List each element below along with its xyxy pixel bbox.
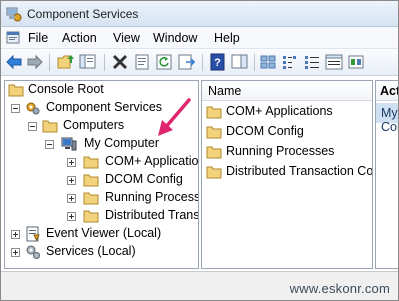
collapse-toggle[interactable] bbox=[28, 122, 37, 131]
folder-icon bbox=[83, 156, 99, 169]
tree-item-label: Event Viewer (Local) bbox=[46, 226, 162, 240]
expand-toggle[interactable] bbox=[67, 194, 76, 203]
refresh-icon[interactable] bbox=[155, 53, 173, 71]
annotation-arrow bbox=[158, 98, 191, 136]
tree-item-label: Computers bbox=[63, 118, 125, 132]
status-bar: www.eskonr.com bbox=[1, 271, 398, 300]
list-item-label: Running Processes bbox=[226, 144, 335, 158]
export-icon[interactable] bbox=[177, 53, 195, 71]
up-folder-icon[interactable] bbox=[57, 53, 75, 71]
column-header-label: Name bbox=[208, 84, 242, 98]
view-small-icon[interactable] bbox=[281, 53, 299, 71]
menu-bar: File Action View Window Help bbox=[1, 27, 398, 49]
folder-icon bbox=[206, 146, 222, 159]
menu-file[interactable]: File bbox=[28, 31, 48, 45]
folder-icon bbox=[83, 210, 99, 223]
extra-icon[interactable] bbox=[347, 53, 365, 71]
folder-icon bbox=[206, 166, 222, 179]
menu-view[interactable]: View bbox=[113, 31, 140, 45]
folder-icon bbox=[83, 174, 99, 187]
delete-icon[interactable] bbox=[111, 53, 129, 71]
folder-icon bbox=[42, 120, 58, 133]
toolbar-separator bbox=[49, 54, 50, 71]
collapse-toggle[interactable] bbox=[11, 104, 20, 113]
title-bar: Component Services bbox=[1, 1, 398, 27]
computer-icon bbox=[61, 137, 77, 151]
view-detail-icon[interactable] bbox=[325, 53, 343, 71]
menu-help[interactable]: Help bbox=[214, 31, 240, 45]
expand-toggle[interactable] bbox=[11, 248, 20, 257]
tree-item-com-applications[interactable]: COM+ Applications bbox=[5, 153, 198, 171]
tree-item-label: DCOM Config bbox=[105, 172, 183, 186]
list-item-label: DCOM Config bbox=[226, 124, 304, 138]
tree-item-label: Distributed Transaction Coordinator bbox=[105, 208, 199, 222]
actions-selected-label: My Computer bbox=[381, 106, 398, 134]
services-gear-icon bbox=[26, 245, 40, 259]
tree-item-event-viewer[interactable]: Event Viewer (Local) bbox=[5, 225, 198, 243]
show-tree-icon[interactable] bbox=[79, 53, 97, 71]
expand-toggle[interactable] bbox=[67, 158, 76, 167]
expand-toggle[interactable] bbox=[67, 212, 76, 221]
watermark: www.eskonr.com bbox=[289, 281, 390, 296]
forward-icon[interactable] bbox=[26, 53, 44, 71]
folder-icon bbox=[206, 106, 222, 119]
folder-icon bbox=[8, 84, 24, 97]
column-header-name[interactable]: Name bbox=[202, 81, 372, 101]
tree-item-label: Console Root bbox=[28, 82, 104, 96]
window-title: Component Services bbox=[27, 7, 139, 21]
menu-action[interactable]: Action bbox=[62, 31, 97, 45]
tree-item-label: Services (Local) bbox=[46, 244, 136, 258]
folder-icon bbox=[206, 126, 222, 139]
system-menu-icon[interactable] bbox=[6, 31, 21, 45]
view-list-icon[interactable] bbox=[303, 53, 321, 71]
collapse-toggle[interactable] bbox=[45, 140, 54, 149]
list-item-label: COM+ Applications bbox=[226, 104, 333, 118]
toolbar-separator bbox=[104, 54, 105, 71]
tree-item-label: Component Services bbox=[46, 100, 163, 114]
tree-item-running-processes[interactable]: Running Processes bbox=[5, 189, 198, 207]
view-icon[interactable] bbox=[231, 53, 249, 71]
toolbar-separator bbox=[202, 54, 203, 71]
menu-window[interactable]: Window bbox=[153, 31, 197, 45]
actions-selected-item[interactable]: My Computer bbox=[376, 103, 398, 134]
tree-item-services[interactable]: Services (Local) bbox=[5, 243, 198, 261]
event-viewer-icon bbox=[26, 226, 40, 242]
actions-header-label: Actions bbox=[380, 84, 399, 98]
toolbar: ? bbox=[1, 49, 398, 76]
expand-toggle[interactable] bbox=[67, 176, 76, 185]
results-pane: Name COM+ Applications DCOM Config Runni… bbox=[201, 80, 373, 269]
svg-text:?: ? bbox=[214, 57, 221, 69]
back-icon[interactable] bbox=[5, 53, 23, 71]
component-services-window: Component Services File Action View Wind… bbox=[0, 0, 399, 301]
component-services-icon bbox=[26, 102, 40, 115]
tree-item-label: COM+ Applications bbox=[105, 154, 199, 168]
expand-toggle[interactable] bbox=[11, 230, 20, 239]
actions-pane: Actions My Computer bbox=[375, 80, 399, 269]
view-large-icon[interactable] bbox=[259, 53, 277, 71]
folder-icon bbox=[83, 192, 99, 205]
properties-icon[interactable] bbox=[133, 53, 151, 71]
component-services-icon bbox=[6, 7, 22, 22]
help-icon[interactable]: ? bbox=[209, 53, 227, 71]
tree-item-label: My Computer bbox=[84, 136, 160, 150]
tree-item-label: Running Processes bbox=[105, 190, 198, 204]
toolbar-separator bbox=[254, 54, 255, 71]
list-item-label: Distributed Transaction Coordinator bbox=[226, 164, 373, 178]
tree-item-distributed-transaction[interactable]: Distributed Transaction Coordinator bbox=[5, 207, 198, 225]
actions-header: Actions bbox=[376, 81, 399, 101]
tree-item-dcom-config[interactable]: DCOM Config bbox=[5, 171, 198, 189]
